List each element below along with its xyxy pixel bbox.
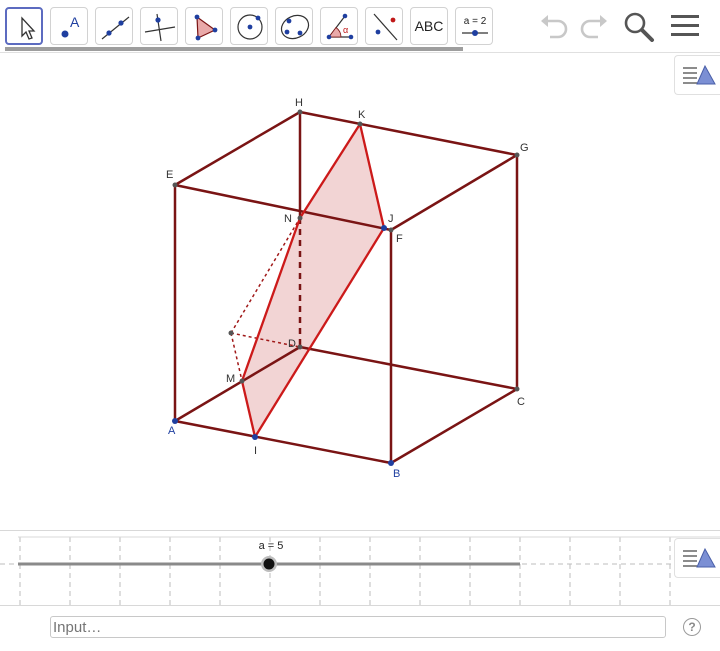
label-e: E	[166, 169, 173, 181]
point-d[interactable]	[297, 344, 303, 350]
label-d: D	[288, 338, 296, 350]
edge-bc[interactable]	[390, 387, 518, 465]
label-h: H	[295, 97, 303, 109]
graphics-style-bar-icon	[683, 64, 716, 85]
label-k: K	[358, 109, 366, 121]
text-icon: ABC	[414, 18, 444, 34]
help-icon[interactable]: ?	[683, 618, 701, 636]
point-i[interactable]	[252, 434, 258, 440]
polygon-tool-button[interactable]	[185, 7, 223, 45]
edge-dc[interactable]	[299, 345, 518, 391]
redo-icon[interactable]	[576, 10, 610, 42]
label-g: G	[520, 142, 529, 154]
input-bar: ?	[0, 605, 720, 651]
point-e[interactable]	[172, 182, 178, 188]
point-k[interactable]	[357, 121, 363, 127]
line-tool-button[interactable]	[95, 7, 133, 45]
angle-tool-button[interactable]: α	[320, 7, 358, 45]
geometry-canvas[interactable]: H K G E N J F D M C A I B	[0, 53, 720, 529]
algebra-style-bar-icon	[683, 547, 716, 568]
point-a[interactable]	[172, 418, 178, 424]
label-j: J	[388, 213, 394, 225]
label-i: I	[254, 445, 257, 457]
algebra-slider-panel: a = 5	[0, 530, 720, 605]
point-aux[interactable]	[228, 330, 234, 336]
edge-ab[interactable]	[174, 419, 392, 465]
slider-tool-button[interactable]: a = 2	[455, 7, 493, 45]
edge-hg[interactable]	[299, 110, 518, 157]
line-through-two-points-icon	[101, 16, 130, 40]
perpendicular-line-tool-button[interactable]	[140, 7, 178, 45]
slider-grid-area[interactable]: a = 5	[0, 531, 720, 605]
ellipse-icon	[280, 14, 310, 40]
point-g[interactable]	[514, 152, 520, 158]
angle-tool-label: α	[343, 25, 348, 35]
label-b: B	[393, 468, 400, 480]
perpendicular-line-icon	[144, 13, 176, 42]
label-n: N	[284, 213, 292, 225]
edge-fg[interactable]	[390, 153, 518, 232]
slider-tool-label: a = 2	[464, 16, 487, 27]
edge-eh[interactable]	[174, 110, 301, 187]
polygon-icon	[194, 14, 218, 41]
move-tool-button[interactable]	[5, 7, 43, 45]
search-icon[interactable]	[622, 10, 656, 42]
arrow-cursor-icon	[21, 16, 36, 40]
menu-icon[interactable]	[668, 10, 702, 42]
point-j[interactable]	[381, 225, 387, 231]
point-tool-button[interactable]: A	[50, 7, 88, 45]
slider-knob[interactable]	[263, 558, 275, 570]
label-a: A	[168, 425, 176, 437]
circle-with-center-icon	[237, 14, 263, 40]
circle-tool-button[interactable]	[230, 7, 268, 45]
reflect-tool-button[interactable]	[365, 7, 403, 45]
toolbar-scroll-bar[interactable]	[5, 47, 463, 51]
slider-icon: a = 2	[462, 16, 488, 36]
conic-tool-button[interactable]	[275, 7, 313, 45]
point-tool-label: A	[70, 14, 80, 30]
label-f: F	[396, 233, 403, 245]
point-m[interactable]	[239, 378, 245, 384]
point-n[interactable]	[297, 215, 303, 221]
point-h[interactable]	[297, 109, 303, 115]
reflect-about-line-icon	[373, 13, 398, 41]
point-icon: A	[61, 14, 80, 38]
text-tool-button[interactable]: ABC	[410, 7, 448, 45]
label-m: M	[226, 373, 235, 385]
label-c: C	[517, 396, 525, 408]
graphics-view[interactable]: H K G E N J F D M C A I B	[0, 53, 720, 529]
undo-icon[interactable]	[538, 10, 572, 42]
graphics-style-bar-button[interactable]	[674, 55, 720, 95]
point-b[interactable]	[388, 460, 394, 466]
toolbar: A α ABC a = 2	[0, 0, 720, 52]
point-f[interactable]	[388, 227, 394, 233]
algebra-style-bar-button[interactable]	[674, 538, 720, 578]
angle-icon: α	[326, 13, 354, 40]
point-c[interactable]	[514, 386, 520, 392]
slider-label: a = 5	[259, 540, 284, 552]
input-field[interactable]	[50, 616, 666, 638]
